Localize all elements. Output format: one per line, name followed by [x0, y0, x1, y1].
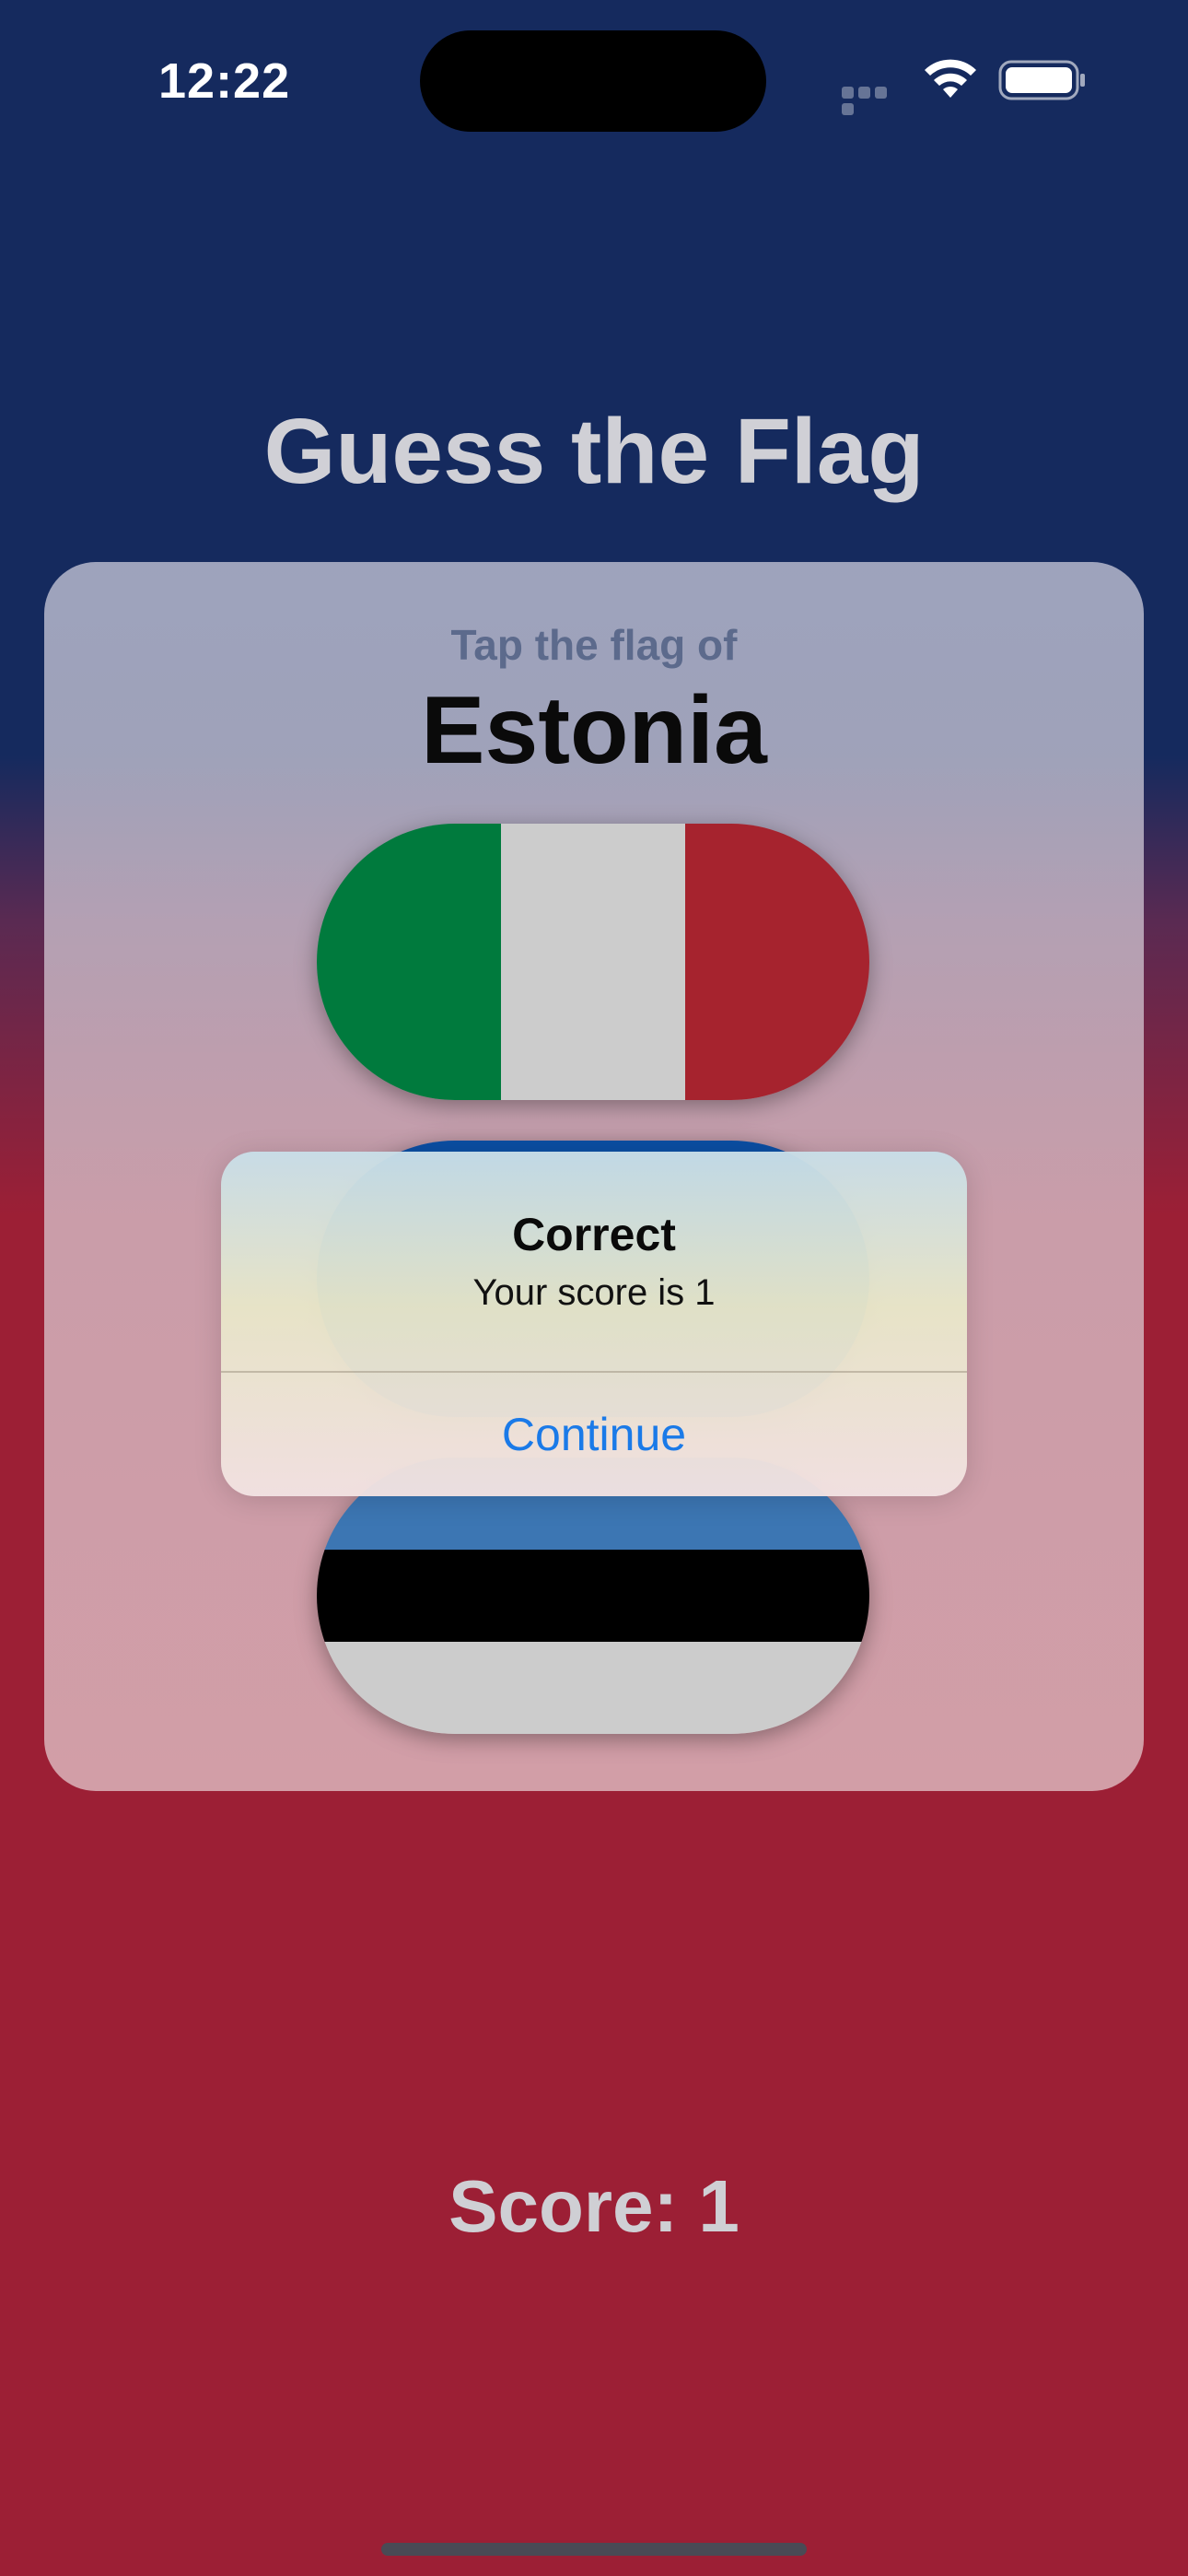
flag-stripe	[317, 824, 501, 1100]
score-label: Score: 1	[448, 2165, 740, 2247]
flag-button-1[interactable]	[317, 824, 869, 1100]
flag-stripe	[317, 1642, 869, 1734]
page-title: Guess the Flag	[263, 400, 925, 503]
dynamic-island	[420, 30, 766, 132]
prompt-subtitle: Tap the flag of	[450, 621, 738, 669]
continue-button[interactable]: Continue	[221, 1373, 967, 1496]
alert-message: Your score is 1	[472, 1272, 716, 1313]
wifi-icon	[921, 57, 980, 101]
alert-title: Correct	[512, 1209, 676, 1260]
result-alert: Correct Your score is 1 Continue	[221, 1152, 967, 1496]
cellular-signal-icon	[842, 87, 906, 115]
home-indicator[interactable]	[381, 2543, 807, 2556]
battery-icon	[998, 59, 1087, 101]
flag-button-3[interactable]	[317, 1458, 869, 1734]
flag-stripe	[685, 824, 869, 1100]
flag-stripe	[501, 824, 685, 1100]
country-name: Estonia	[421, 677, 767, 784]
status-time: 12:22	[158, 53, 291, 109]
flag-stripe	[317, 1550, 869, 1642]
